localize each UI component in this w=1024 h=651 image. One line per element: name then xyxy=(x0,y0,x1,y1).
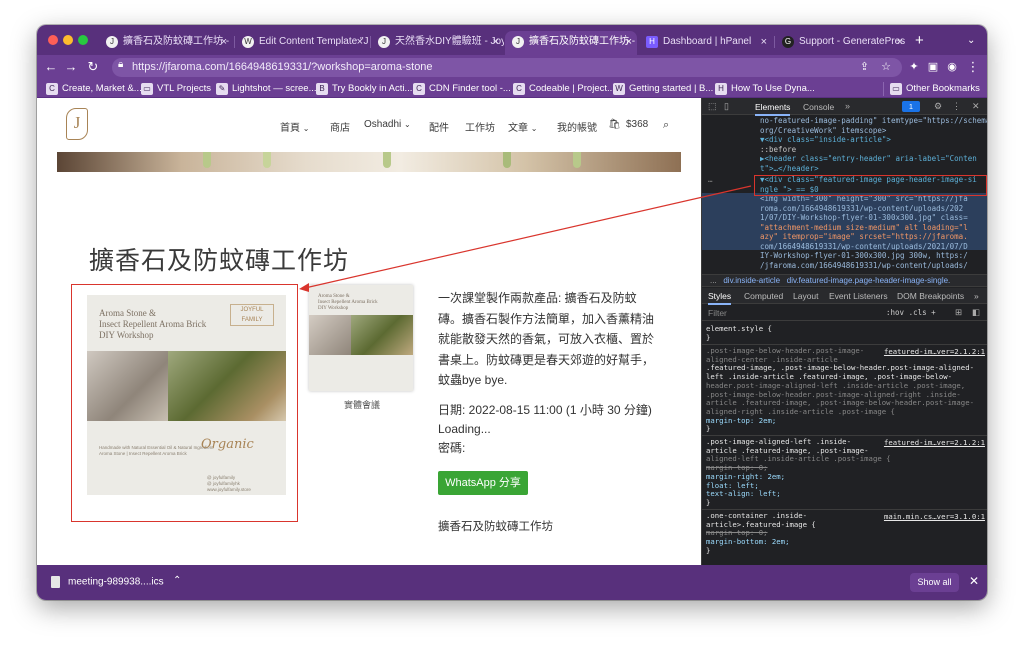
close-window-button[interactable] xyxy=(48,35,58,45)
wordpress-icon: W xyxy=(613,83,625,95)
maximize-window-button[interactable] xyxy=(78,35,88,45)
browser-tab-active[interactable]: J 擴香石及防蚊磚工作坊 - J × xyxy=(505,31,637,55)
browser-tab[interactable]: J 天然香水DIY體驗班 - Joy × xyxy=(371,31,504,55)
close-tab-icon[interactable]: × xyxy=(626,31,632,53)
wordpress-icon: W xyxy=(242,36,254,48)
file-icon xyxy=(51,576,60,588)
content-area: J 首頁 ⌄ 商店 Oshadhi ⌄ 配件 工作坊 文章 ⌄ 我的帳號 🛍︎ … xyxy=(37,98,987,565)
share-icon[interactable]: ⇪ xyxy=(860,60,869,73)
close-tab-icon[interactable]: × xyxy=(221,31,227,53)
browser-tab[interactable]: W Edit Content Template "J × xyxy=(235,31,368,55)
codeable-icon: C xyxy=(513,83,525,95)
download-item[interactable]: meeting-989938....ics xyxy=(51,576,164,588)
close-tab-icon[interactable]: × xyxy=(357,31,363,53)
tab-search-chevron-icon[interactable]: ⌄ xyxy=(967,31,975,51)
forward-arrow-icon[interactable]: → xyxy=(63,58,79,76)
browser-tab[interactable]: H Dashboard | hPanel × xyxy=(639,31,772,55)
bookmark-item[interactable]: C Create, Market &... xyxy=(46,82,142,96)
bookmark-item[interactable]: W Getting started | B... xyxy=(613,82,713,96)
bookmark-item[interactable]: ✎ Lightshot — scree... xyxy=(216,82,316,96)
folder-icon: ▭ xyxy=(141,83,153,95)
bookmark-favicon-icon: C xyxy=(46,83,58,95)
url-text: https://jfaroma.com/1664948619331/?works… xyxy=(132,61,433,73)
show-all-button[interactable]: Show all xyxy=(910,573,959,592)
toolbar: ← → ↻ 🔒︎ https://jfaroma.com/16649486193… xyxy=(37,55,987,80)
browser-tab[interactable]: G Support - GeneratePres × xyxy=(775,31,908,55)
annotation-arrow xyxy=(299,185,752,292)
browser-window: J 擴香石及防蚊磚工作坊 - J × W Edit Content Templa… xyxy=(37,25,987,600)
bookmark-star-icon[interactable]: ☆ xyxy=(881,60,891,73)
bookmark-favicon-icon: H xyxy=(715,83,727,95)
bookly-icon: B xyxy=(316,83,328,95)
joyful-icon: J xyxy=(378,36,390,48)
joyful-icon: J xyxy=(512,36,524,48)
extensions-puzzle-icon[interactable]: ✦ xyxy=(906,58,922,76)
bookmark-item[interactable]: C CDN Finder tool -... xyxy=(413,82,511,96)
browser-tab[interactable]: J 擴香石及防蚊磚工作坊 - J × xyxy=(99,31,232,55)
lightshot-icon: ✎ xyxy=(216,83,228,95)
bookmark-item[interactable]: C Codeable | Project... xyxy=(513,82,615,96)
close-download-bar-icon[interactable]: ✕ xyxy=(969,574,979,588)
generatepress-icon: G xyxy=(782,36,794,48)
annotation-arrow-line xyxy=(304,185,752,289)
close-tab-icon[interactable]: × xyxy=(493,31,499,53)
annotation-arrow-head xyxy=(299,283,309,292)
close-tab-icon[interactable]: × xyxy=(761,31,767,53)
bookmark-item[interactable]: H How To Use Dyna... xyxy=(715,82,815,96)
reload-icon[interactable]: ↻ xyxy=(85,58,101,76)
tab-strip: J 擴香石及防蚊磚工作坊 - J × W Edit Content Templa… xyxy=(37,25,987,55)
chevron-up-icon[interactable]: ⌃ xyxy=(173,575,181,586)
bookmark-item[interactable]: B Try Bookly in Acti... xyxy=(316,82,412,96)
new-tab-icon[interactable]: + xyxy=(915,31,924,51)
joyful-icon: J xyxy=(106,36,118,48)
folder-icon: ▭ xyxy=(890,83,902,95)
back-arrow-icon[interactable]: ← xyxy=(43,58,59,76)
close-tab-icon[interactable]: × xyxy=(897,31,903,53)
bookmark-folder[interactable]: ▭ VTL Projects xyxy=(141,82,211,96)
address-bar[interactable]: 🔒︎ https://jfaroma.com/1664948619331/?wo… xyxy=(112,58,902,77)
profile-avatar-icon[interactable]: ◉ xyxy=(944,58,960,76)
lock-icon: 🔒︎ xyxy=(118,59,124,70)
other-bookmarks-folder[interactable]: ▭ Other Bookmarks xyxy=(883,82,980,96)
cdn-finder-icon: C xyxy=(413,83,425,95)
download-bar: meeting-989938....ics ⌃ Show all ✕ xyxy=(37,565,987,600)
minimize-window-button[interactable] xyxy=(63,35,73,45)
menu-kebab-icon[interactable]: ⋮ xyxy=(965,58,981,76)
sidebar-icon[interactable]: ▣ xyxy=(925,58,941,76)
bookmarks-bar: C Create, Market &... ▭ VTL Projects ✎ Ligh… xyxy=(37,80,987,98)
hostinger-icon: H xyxy=(646,36,658,48)
